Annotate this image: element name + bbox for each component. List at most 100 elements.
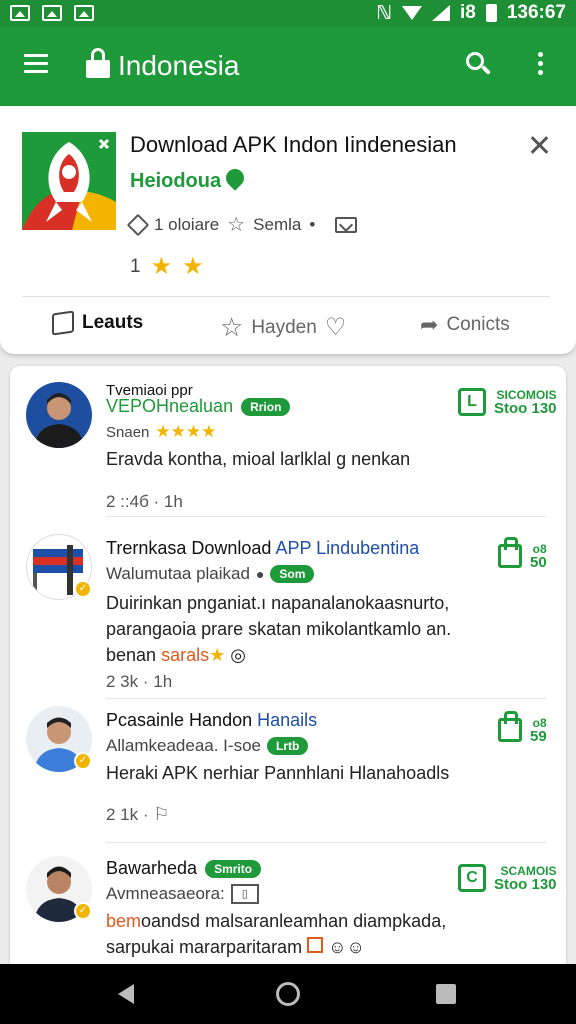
item-body-line: sarpukai mararparitaram ☺☺ bbox=[106, 934, 526, 960]
rating-count: 1 bbox=[130, 255, 141, 277]
conicts-label: Conicts bbox=[446, 314, 510, 335]
tag-icon bbox=[52, 310, 74, 336]
item-body-line: benan sarals★ ◎ bbox=[106, 642, 526, 668]
item-body-line: parangaoia prare skatan mikolantkamlo an… bbox=[106, 619, 452, 639]
app-meta-row: 1 oloiare ☆ Semla • bbox=[126, 212, 358, 237]
rating-row: 1 ★ ★ bbox=[130, 252, 204, 281]
right-stats-text: o8 59 bbox=[530, 716, 547, 744]
system-nav-bar bbox=[0, 964, 576, 1024]
status-badge: Som bbox=[270, 565, 315, 583]
app-logo-icon[interactable] bbox=[22, 132, 116, 230]
item-body: bemoandsd malsaranleamhan diampkada, sar… bbox=[106, 908, 526, 960]
back-icon[interactable] bbox=[118, 984, 134, 1004]
list-item[interactable]: ✓ Trernkasa Download APP Lindubentina Wa… bbox=[10, 526, 566, 698]
verified-badge-icon: ✓ bbox=[74, 902, 92, 920]
verified-badge-icon: ✓ bbox=[74, 752, 92, 770]
menu-icon[interactable] bbox=[24, 54, 48, 74]
star-icon: ★ bbox=[150, 253, 173, 280]
item-body-text: benan bbox=[106, 645, 162, 665]
star-icon: ★ bbox=[209, 645, 226, 665]
gallery-notification-icon bbox=[42, 5, 62, 21]
item-meta: 2 3k · 1h bbox=[106, 672, 173, 691]
item-body-text: sarpukai mararparitaram bbox=[106, 937, 303, 957]
item-author: Bawarheda Smrito bbox=[106, 858, 262, 879]
share-icon: ➦ bbox=[420, 312, 439, 337]
search-icon[interactable] bbox=[466, 52, 492, 78]
status-bar: ℕ i8 136:67 bbox=[0, 0, 576, 26]
conicts-button[interactable]: ➦ Conicts bbox=[420, 312, 510, 338]
item-body-highlight: bem bbox=[106, 911, 142, 931]
right-stats-text: SCAMOIS Stoo 130 bbox=[494, 864, 557, 892]
leauts-label: Leauts bbox=[82, 312, 144, 333]
status-badge: Smrito bbox=[205, 859, 262, 878]
star-outline-icon: ☆ bbox=[220, 312, 244, 342]
item-body: Eravda kontha, mioal larlklal g nenkan bbox=[106, 449, 411, 469]
right-stats[interactable]: C SCAMOIS Stoo 130 bbox=[458, 864, 557, 892]
right-stats-text: SICOMOIS Stoo 130 bbox=[494, 388, 557, 416]
divider bbox=[106, 516, 546, 517]
notification-icons bbox=[10, 5, 94, 21]
verified-pin-icon bbox=[222, 165, 248, 191]
status-badge: Rrion bbox=[241, 397, 291, 416]
right-stats[interactable]: o8 59 bbox=[498, 711, 547, 744]
item-link[interactable]: APP Lindubentina bbox=[275, 538, 419, 558]
list-item[interactable]: Tvemiaoi ppr VEPOHnealuan Rrion Snaen ★★… bbox=[10, 366, 566, 516]
right-stats[interactable]: o8 50 bbox=[498, 537, 547, 570]
app-bar: Indonesia bbox=[0, 26, 576, 106]
item-author-name: Pcasainle Handon bbox=[106, 710, 253, 730]
home-icon[interactable] bbox=[276, 982, 300, 1006]
meta-separator: • bbox=[309, 214, 316, 234]
hayden-label: Hayden bbox=[251, 316, 317, 338]
thumbs-up-icon bbox=[498, 537, 522, 568]
thumbs-up-icon bbox=[498, 711, 522, 742]
avatar[interactable] bbox=[26, 382, 92, 448]
item-author-name: Trernkasa Download bbox=[106, 538, 272, 558]
battery-icon bbox=[485, 4, 497, 22]
recent-apps-icon[interactable] bbox=[436, 984, 456, 1004]
heart-icon[interactable]: ♡ bbox=[325, 313, 347, 342]
right-stats-bottom: 59 bbox=[530, 728, 547, 745]
developer-link[interactable]: Heiodoua bbox=[130, 170, 221, 193]
item-author: Pcasainle Handon Hanails bbox=[106, 710, 317, 731]
item-body-highlight: sarals bbox=[161, 645, 210, 665]
item-link[interactable]: Hanails bbox=[257, 710, 317, 730]
system-icons: ℕ i8 136:67 bbox=[376, 2, 566, 25]
carrier-label: i8 bbox=[459, 2, 476, 23]
vibrate-icon: ℕ bbox=[376, 2, 392, 24]
verified-badge-icon: ✓ bbox=[74, 580, 92, 598]
bookmark-icon[interactable]: ⚐ bbox=[153, 804, 169, 824]
action-row: Leauts ☆ Hayden ♡ ➦ Conicts bbox=[0, 306, 576, 346]
signal-icon bbox=[431, 5, 450, 21]
item-meta: 2 ::4б · 1h bbox=[106, 492, 183, 511]
close-icon[interactable] bbox=[528, 134, 552, 158]
item-author-name: Bawarheda bbox=[106, 858, 198, 878]
divider bbox=[106, 698, 546, 699]
list-item[interactable]: ✓ Pcasainle Handon Hanails Allamkeadeaa.… bbox=[10, 702, 566, 838]
item-sub: Walumutaa plaikad ● Som bbox=[106, 564, 315, 584]
app-info-card: Download APK Indon Iindenesian Heiodoua … bbox=[0, 106, 576, 354]
right-stats[interactable]: L SICOMOIS Stoo 130 bbox=[458, 388, 557, 416]
app-name: Download APK Indon Iindenesian bbox=[130, 132, 457, 157]
item-body: Duirinkan pnganiat.ı napanalanokaasnurto… bbox=[106, 590, 526, 668]
leauts-button[interactable]: Leauts bbox=[52, 310, 144, 336]
pencil-icon bbox=[126, 213, 150, 236]
page-title: Indonesia bbox=[118, 50, 240, 81]
item-sub-text: Avmneasaeora: bbox=[106, 884, 225, 903]
item-sub-text: Snaen bbox=[106, 423, 150, 441]
item-meta-text: 2 1k · bbox=[106, 805, 154, 824]
right-stats-text: o8 50 bbox=[530, 542, 547, 570]
more-options-icon[interactable] bbox=[538, 52, 546, 78]
item-body-line: bemoandsd malsaranleamhan diampkada, bbox=[106, 908, 526, 934]
star-icon: ★ bbox=[182, 253, 204, 280]
item-author: Trernkasa Download APP Lindubentina bbox=[106, 538, 419, 559]
rating-stars-icon: ★★★★ bbox=[155, 422, 217, 441]
reviews-list: Tvemiaoi ppr VEPOHnealuan Rrion Snaen ★★… bbox=[10, 366, 566, 986]
item-sub: Allamkeadeaa. I-soe Lrtb bbox=[106, 736, 309, 756]
item-author-name: VEPOHnealuan bbox=[106, 396, 234, 416]
mail-icon[interactable] bbox=[335, 216, 358, 233]
status-badge: Lrtb bbox=[266, 737, 309, 755]
hayden-button[interactable]: ☆ Hayden ♡ bbox=[220, 312, 346, 343]
downloads-label: 1 oloiare bbox=[154, 214, 220, 234]
right-stats-bottom: 50 bbox=[530, 554, 547, 571]
item-author: VEPOHnealuan Rrion bbox=[106, 396, 291, 417]
